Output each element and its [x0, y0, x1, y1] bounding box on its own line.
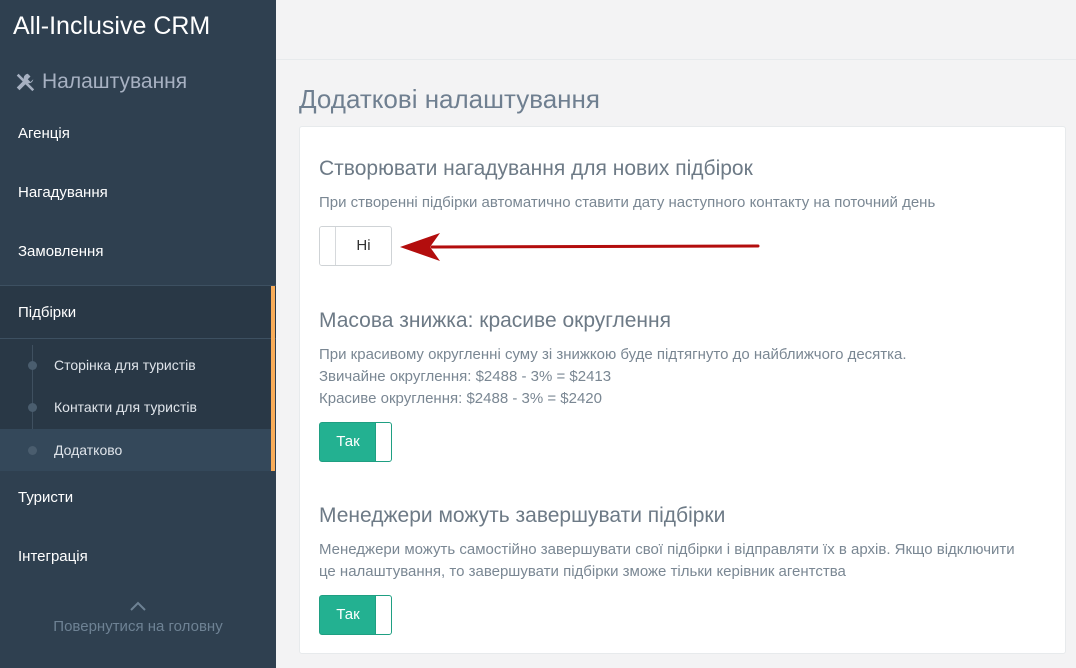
sidebar-subitem-tourist-page[interactable]: Сторінка для туристів	[0, 344, 271, 386]
toggle-label: Так	[336, 433, 360, 450]
sidebar-subitem-label: Додатково	[54, 442, 123, 458]
setting-desc-line: Звичайне округлення: $2488 - 3% = $2413	[319, 368, 612, 385]
sidebar-subitem-tourist-contacts[interactable]: Контакти для туристів	[0, 386, 271, 428]
sidebar-item-label: Туристи	[18, 489, 74, 506]
setting-title-rounding: Масова знижка: красиве округлення	[319, 309, 671, 332]
setting-title-reminders: Створювати нагадування для нових підбіро…	[319, 157, 753, 180]
brand-title[interactable]: All-Inclusive CRM	[13, 12, 210, 41]
sidebar-subitem-label: Контакти для туристів	[54, 399, 197, 415]
setting-desc-reminders: При створенні підбірки автоматично стави…	[319, 194, 936, 211]
toggle-create-reminders[interactable]: Ні	[319, 226, 392, 266]
toggle-beautiful-rounding[interactable]: Так	[319, 422, 392, 462]
toggle-knob	[375, 423, 391, 461]
sidebar-item-reminders[interactable]: Нагадування	[0, 163, 276, 222]
subnav-bullet-icon	[28, 403, 37, 412]
chevron-up-icon	[130, 601, 146, 611]
setting-desc-rounding: При красивому округленні суму зі знижкою…	[319, 344, 1049, 410]
setting-desc-managers-complete: Менеджери можуть самостійно завершувати …	[319, 539, 1049, 583]
settings-section-header: Налаштування	[14, 70, 187, 94]
sidebar-item-orders[interactable]: Замовлення	[0, 222, 276, 281]
sidebar-item-tourists[interactable]: Туристи	[0, 468, 276, 527]
back-to-home-link[interactable]: Повернутися на головну	[0, 600, 276, 636]
toggle-label: Ні	[356, 237, 371, 254]
sidebar-item-agency[interactable]: Агенція	[0, 104, 276, 163]
toggle-managers-complete[interactable]: Так	[319, 595, 392, 635]
setting-title-managers-complete: Менеджери можуть завершувати підбірки	[319, 504, 726, 527]
wrench-screwdriver-icon	[16, 73, 35, 92]
toggle-label: Так	[336, 606, 360, 623]
sidebar-item-integration[interactable]: Інтеграція	[0, 527, 276, 586]
sidebar-subitem-additional[interactable]: Додатково	[0, 429, 271, 471]
top-bar	[276, 0, 1076, 60]
setting-desc-line: це налаштування, то завершувати підбірки…	[319, 563, 846, 580]
sidebar-subitem-label: Сторінка для туристів	[54, 357, 196, 373]
sidebar-item-label: Нагадування	[18, 184, 108, 201]
setting-desc-line: Менеджери можуть самостійно завершувати …	[319, 541, 1015, 558]
annotation-arrow-icon	[400, 233, 760, 261]
toggle-knob	[320, 227, 336, 265]
sidebar-item-selections[interactable]: Підбірки	[0, 285, 276, 339]
sidebar-item-label: Замовлення	[18, 243, 104, 260]
page-title: Додаткові налаштування	[299, 84, 600, 114]
back-to-home-label: Повернутися на головну	[53, 618, 223, 635]
sidebar: All-Inclusive CRM Налаштування Агенція Н…	[0, 0, 276, 668]
active-indicator	[271, 286, 275, 471]
setting-desc-line: При красивому округленні суму зі знижкою…	[319, 346, 907, 363]
subnav-bullet-icon	[28, 361, 37, 370]
sidebar-item-label: Агенція	[18, 125, 70, 142]
setting-desc-line: Красиве округлення: $2488 - 3% = $2420	[319, 390, 602, 407]
subnav-bullet-icon	[28, 446, 37, 455]
toggle-knob	[375, 596, 391, 634]
sidebar-item-label: Інтеграція	[18, 548, 88, 565]
sidebar-item-label: Підбірки	[18, 303, 77, 321]
settings-section-title: Налаштування	[42, 70, 188, 93]
